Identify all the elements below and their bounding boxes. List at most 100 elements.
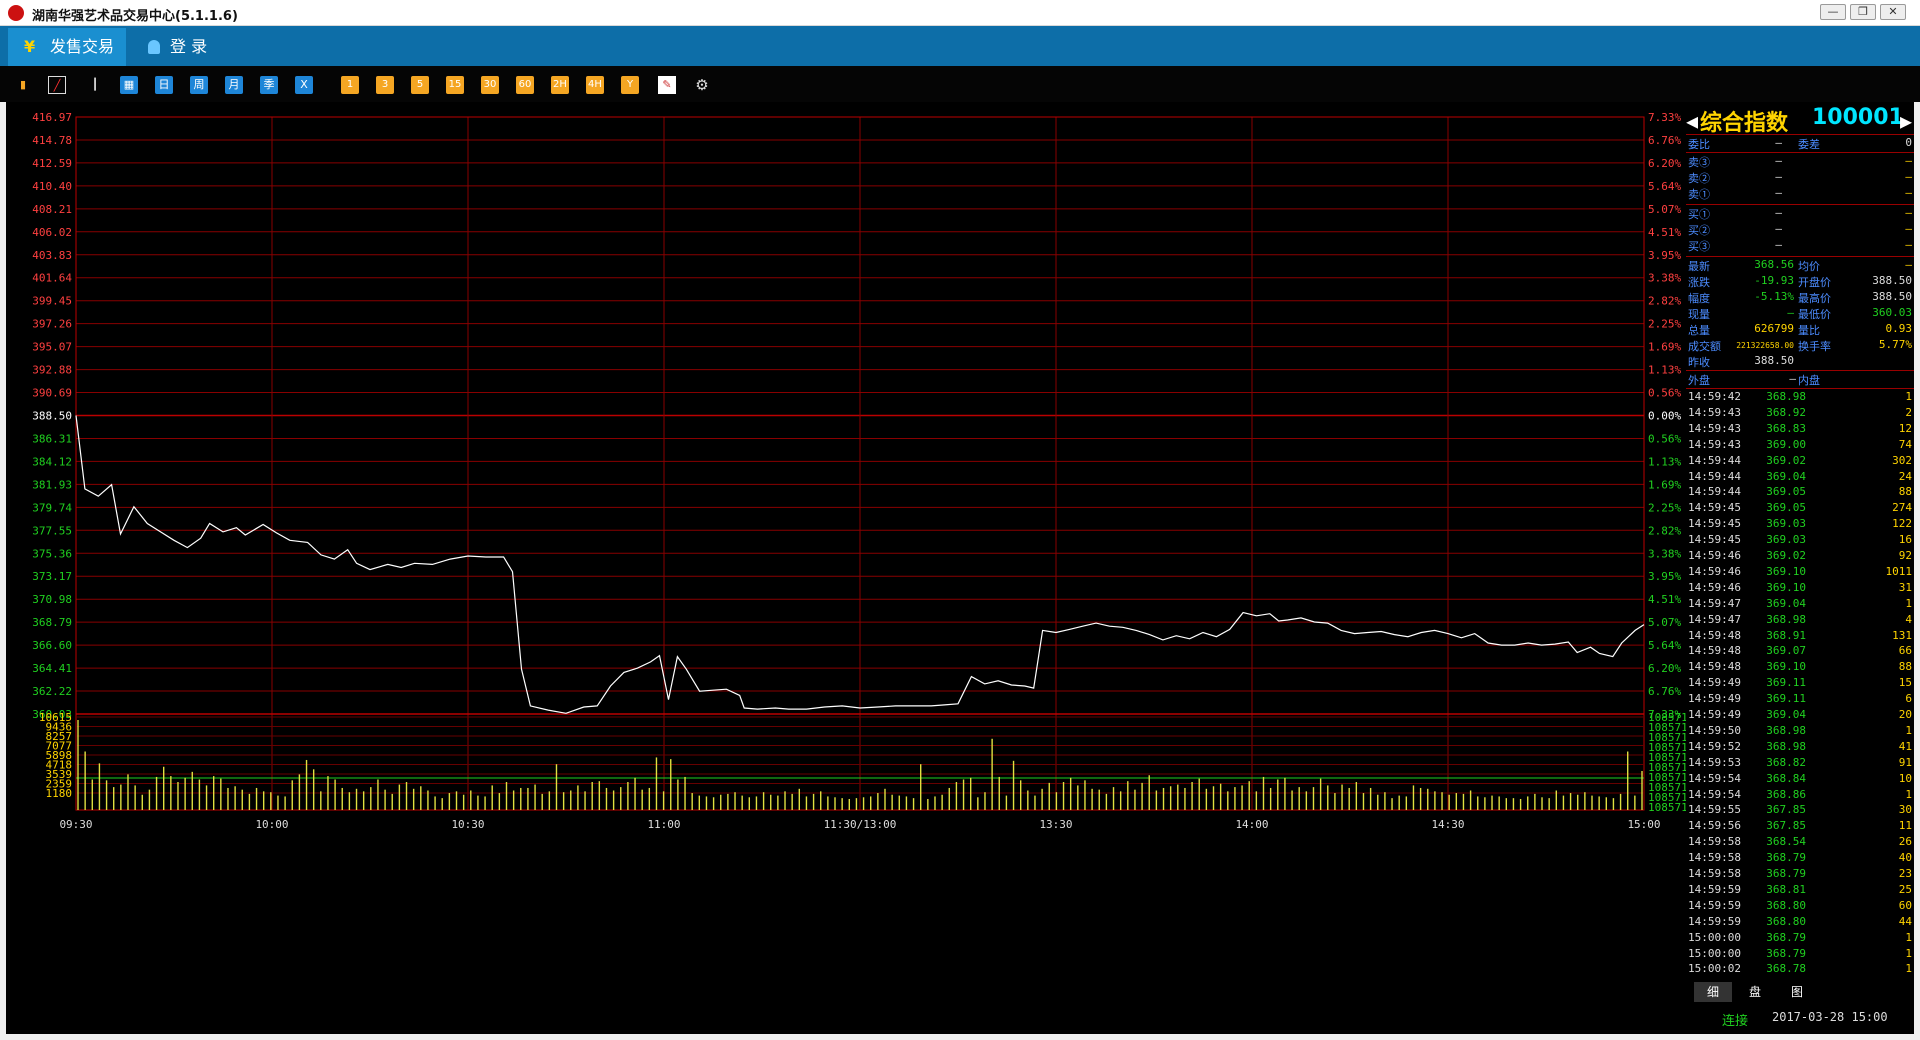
quote-header: ◀ 综合指数 100001 ▶ (1686, 102, 1914, 136)
tick-time: 14:59:45 (1688, 501, 1741, 515)
year-button[interactable]: Y (621, 76, 639, 94)
tick-price: 369.04 (1766, 469, 1806, 483)
tick-time: 14:59:49 (1688, 676, 1741, 690)
status-datetime: 2017-03-28 15:00 (1772, 1010, 1888, 1024)
tick-volume: 60 (1898, 898, 1912, 912)
detail-tab[interactable]: 盘 (1736, 982, 1774, 1002)
chart-toolbar: ▮ ╱ ┃ ▦ 日 周 月 季 X 1 3 5 15 30 60 2H 4H Y… (0, 66, 1920, 102)
detail-tab[interactable]: 细 (1694, 982, 1732, 1002)
sell-level-price: — (1775, 186, 1782, 199)
pct-tick-label: 4.51% (1648, 593, 1681, 606)
tick-price: 368.81 (1766, 882, 1806, 896)
maximize-button[interactable]: ❐ (1850, 4, 1876, 20)
bar-chart-icon[interactable]: ▮ (14, 76, 32, 94)
tick-price: 367.85 (1766, 819, 1806, 833)
tick-volume: 44 (1898, 914, 1912, 928)
pct-tick-label: 0.56% (1648, 387, 1681, 400)
tick-price: 368.80 (1766, 914, 1806, 928)
period-quarter-button[interactable]: 季 (260, 76, 278, 94)
stat-label: 开盘价 (1798, 276, 1831, 289)
pct-tick-label: 6.20% (1648, 157, 1681, 170)
price-tick-label: 373.17 (32, 570, 72, 583)
tick-time: 14:59:46 (1688, 549, 1741, 562)
tick-price: 369.03 (1766, 517, 1806, 531)
minute-15-button[interactable]: 15 (446, 76, 464, 94)
period-day-button[interactable]: 日 (155, 76, 173, 94)
price-tick-label: 408.21 (32, 203, 72, 216)
tick-time: 14:59:48 (1688, 628, 1741, 642)
price-tick-label: 403.83 (32, 249, 72, 262)
minute-5-button[interactable]: 5 (411, 76, 429, 94)
settings-gear-icon[interactable]: ⚙ (693, 76, 711, 94)
stat-label: 总量 (1688, 324, 1710, 337)
tab-sale-label: 发售交易 (50, 37, 115, 56)
price-tick-label: 379.74 (32, 501, 72, 514)
tick-price: 369.02 (1766, 453, 1806, 467)
period-x-button[interactable]: X (295, 76, 313, 94)
minute-30-button[interactable]: 30 (481, 76, 499, 94)
stat-label: 最高价 (1798, 292, 1831, 305)
minute-60-button[interactable]: 60 (516, 76, 534, 94)
committee-ratio-label: 委比 (1688, 138, 1710, 151)
tick-time: 14:59:56 (1688, 819, 1741, 833)
tick-price: 368.82 (1766, 755, 1806, 769)
draw-line-icon[interactable]: ✎ (658, 76, 676, 94)
pct-tick-label: 7.33% (1648, 111, 1681, 124)
app-logo-icon (8, 5, 24, 21)
tick-volume: 30 (1898, 803, 1912, 817)
calendar-icon[interactable]: ▦ (120, 76, 138, 94)
tick-time: 14:59:44 (1688, 453, 1741, 467)
time-share-chart-icon[interactable]: ╱ (48, 76, 66, 94)
nav-bar: ¥ 发售交易 登 录 (0, 26, 1920, 66)
stat-value: 360.03 (1872, 306, 1912, 319)
next-arrow-icon[interactable]: ▶ (1900, 109, 1912, 133)
detail-tabs: 细盘图 (1686, 982, 1914, 1002)
minute-1-button[interactable]: 1 (341, 76, 359, 94)
pct-tick-label: 1.69% (1648, 341, 1681, 354)
stat-value: -19.93 (1754, 274, 1794, 287)
outer-volume-value: — (1789, 372, 1796, 385)
detail-tab[interactable]: 图 (1778, 982, 1816, 1002)
close-button[interactable]: ✕ (1880, 4, 1906, 20)
time-axis-label: 11:00 (647, 818, 680, 831)
tab-login[interactable]: 登 录 (142, 28, 242, 66)
tick-time: 14:59:49 (1688, 692, 1741, 706)
buy-level-price: — (1775, 222, 1782, 235)
volume-tick-label: 1180 (46, 787, 73, 800)
pct-tick-label: 0.56% (1648, 432, 1681, 445)
prev-close-label: 昨收 (1688, 356, 1710, 369)
tick-volume: 74 (1898, 437, 1912, 451)
tick-time: 14:59:48 (1688, 660, 1741, 674)
candlestick-icon[interactable]: ┃ (86, 76, 104, 94)
tick-price: 369.10 (1766, 660, 1806, 674)
tick-price: 369.11 (1766, 676, 1806, 690)
hour-2-button[interactable]: 2H (551, 76, 569, 94)
pct-tick-label: 5.64% (1648, 180, 1681, 193)
tick-price: 369.10 (1766, 580, 1806, 594)
tick-time: 15:00:00 (1688, 946, 1741, 960)
price-tick-label: 410.40 (32, 180, 72, 193)
tick-time: 14:59:55 (1688, 803, 1741, 817)
period-month-button[interactable]: 月 (225, 76, 243, 94)
minimize-button[interactable]: — (1820, 4, 1846, 20)
tick-volume: 41 (1898, 739, 1912, 753)
tick-time: 14:59:52 (1688, 739, 1741, 753)
buy-level-price: — (1775, 238, 1782, 251)
tick-time: 14:59:54 (1688, 787, 1741, 801)
sell-level-label: 卖② (1688, 172, 1710, 185)
tick-volume: 1 (1905, 723, 1912, 737)
minute-3-button[interactable]: 3 (376, 76, 394, 94)
tab-sale-trade[interactable]: ¥ 发售交易 (8, 28, 126, 66)
tick-price: 369.04 (1766, 596, 1806, 610)
tick-volume: 25 (1898, 882, 1912, 896)
tick-price: 369.00 (1766, 437, 1806, 451)
tick-price: 369.07 (1766, 644, 1806, 658)
stat-label: 量比 (1798, 324, 1820, 337)
period-week-button[interactable]: 周 (190, 76, 208, 94)
hour-4-button[interactable]: 4H (586, 76, 604, 94)
prev-arrow-icon[interactable]: ◀ (1686, 109, 1698, 133)
divider (1686, 388, 1914, 389)
time-axis-label: 10:00 (255, 818, 288, 831)
tick-volume: 15 (1898, 676, 1912, 690)
connection-status: 连接 (1722, 1014, 1749, 1029)
